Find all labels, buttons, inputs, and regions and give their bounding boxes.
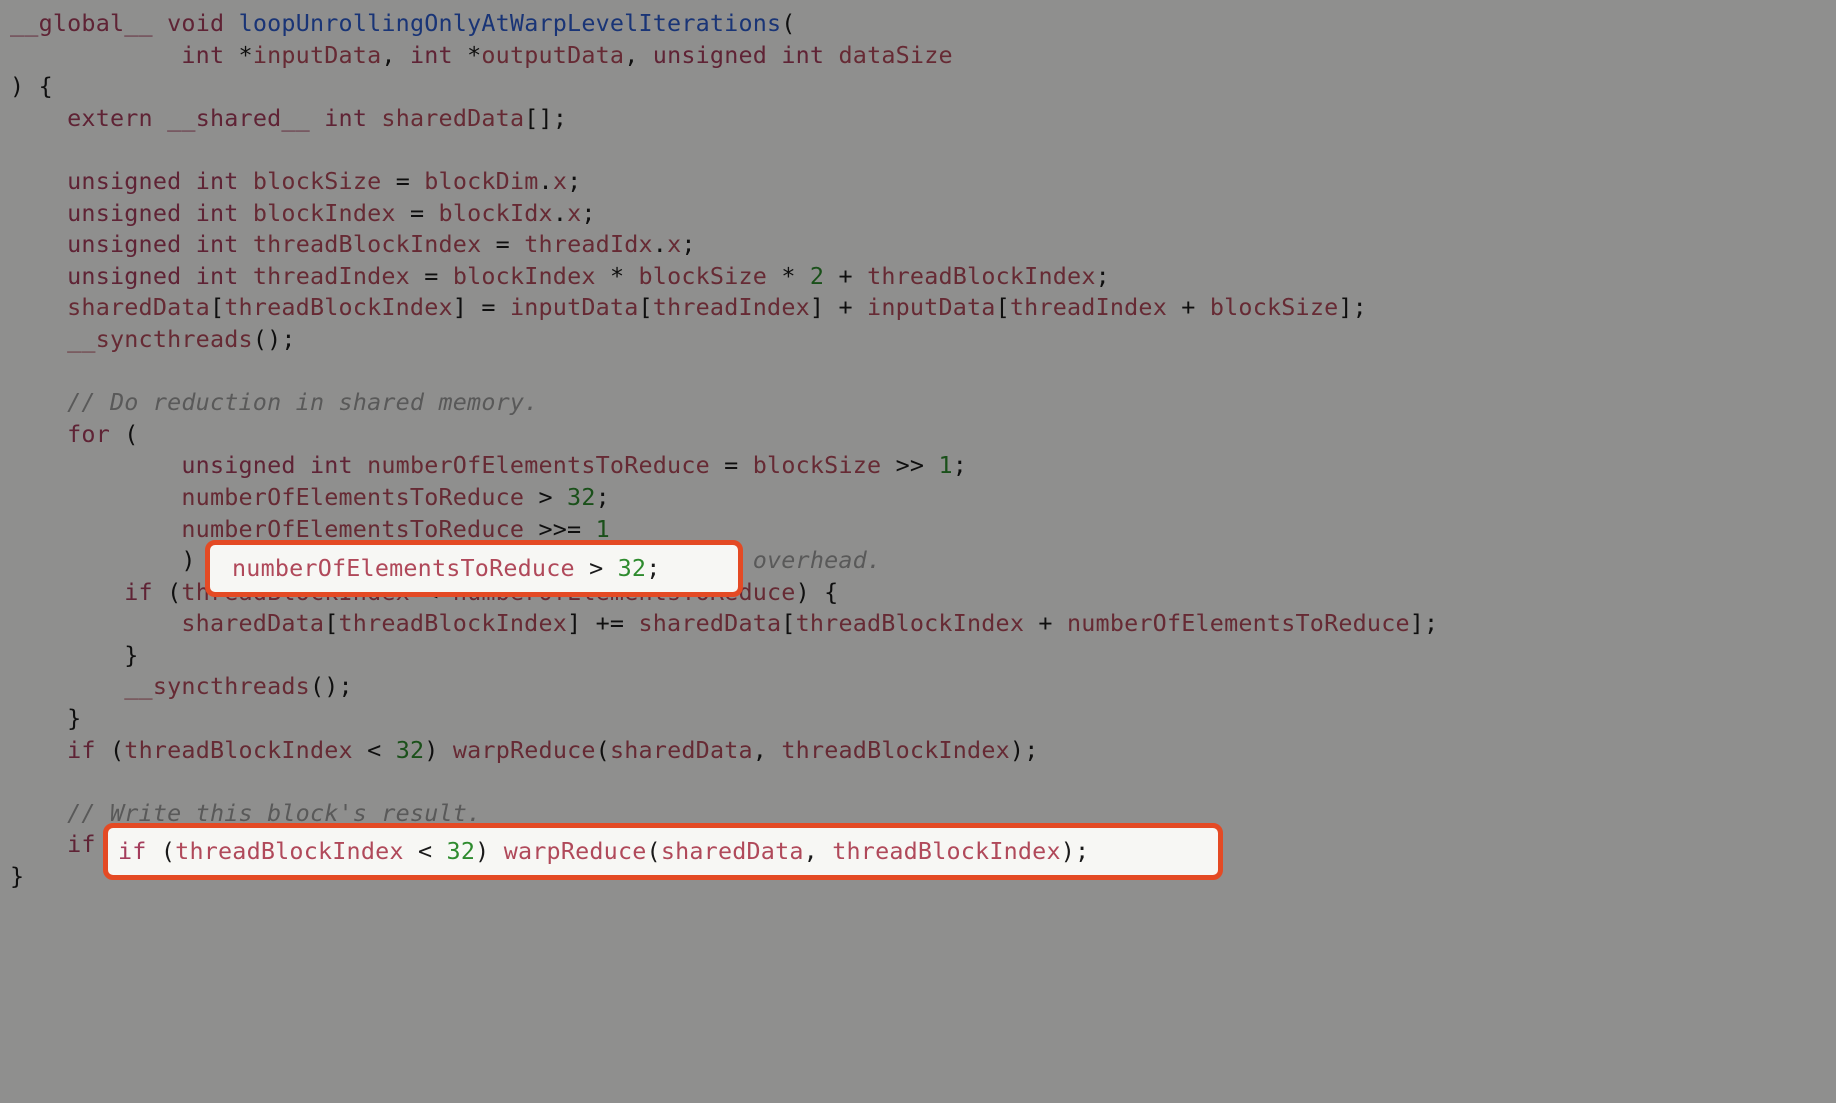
code-block: __global__ void loopUnrollingOnlyAtWarpL…: [0, 0, 1836, 893]
